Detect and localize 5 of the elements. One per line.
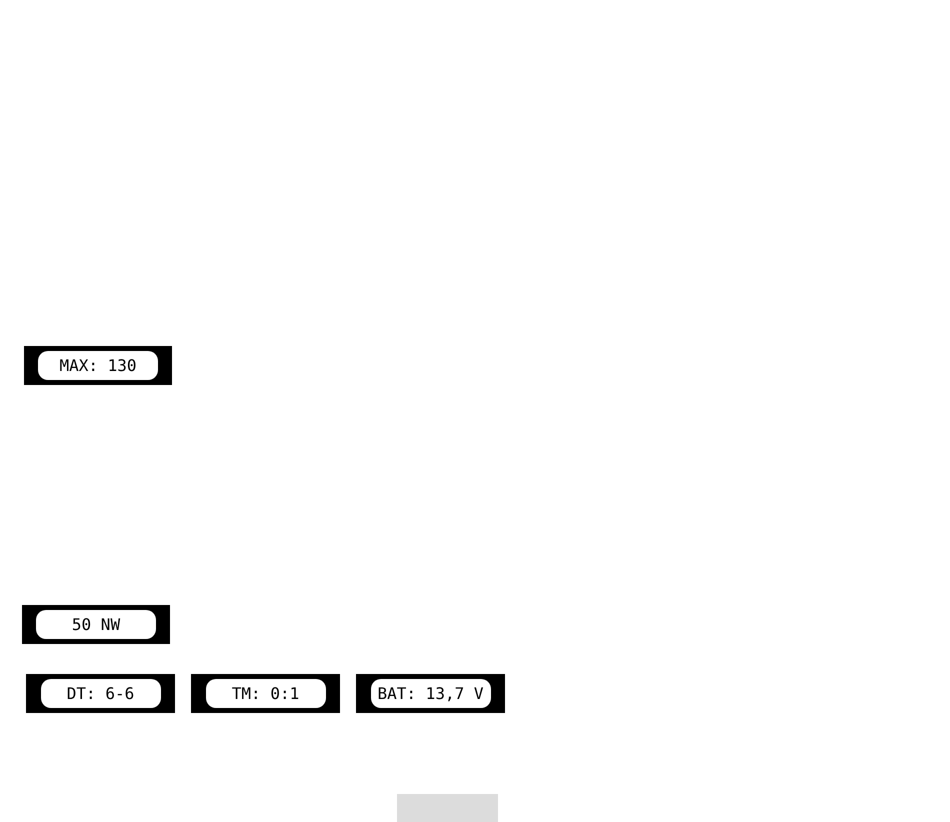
display-text: TM: 0:1 [206, 679, 326, 708]
display-text: 50 NW [36, 610, 156, 639]
display-text: MAX: 130 [38, 351, 158, 380]
display-text: BAT: 13,7 V [370, 679, 490, 708]
display-text: DT: 6-6 [40, 679, 160, 708]
